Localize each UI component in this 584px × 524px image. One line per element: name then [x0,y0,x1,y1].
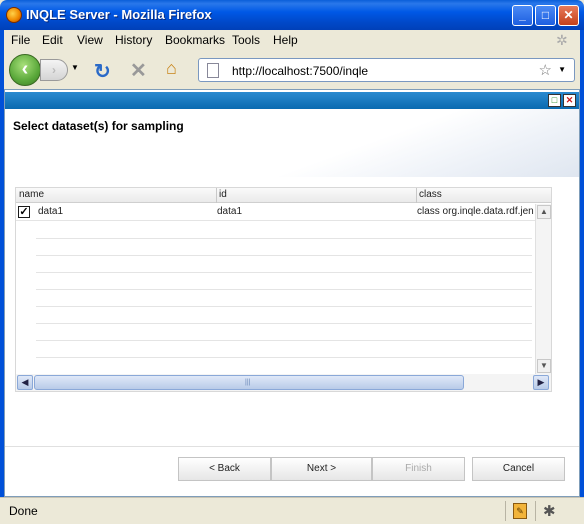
column-separator[interactable] [216,188,217,203]
url-dropdown-icon[interactable]: ▼ [558,65,566,74]
menu-bookmarks[interactable]: Bookmarks [165,33,225,47]
row-checkbox[interactable]: ✓ [18,206,30,218]
close-icon[interactable]: ✕ [558,5,579,26]
status-text: Done [9,504,38,518]
forward-button[interactable]: › [40,59,68,81]
table-header: name id class [16,188,551,203]
scroll-up-icon[interactable]: ▲ [537,205,551,219]
page-icon [207,63,219,78]
cell-name: data1 [38,206,64,217]
horizontal-scrollbar[interactable]: ◀ ||| ▶ [16,374,551,391]
column-header-name[interactable]: name [19,189,44,200]
scroll-down-icon[interactable]: ▼ [537,359,551,373]
table-row [36,239,532,256]
vertical-scrollbar[interactable]: ▲ ▼ [535,204,551,374]
status-separator [535,501,536,521]
column-header-class[interactable]: class [419,189,442,200]
firefox-logo-icon [6,7,22,23]
table-row [36,290,532,307]
scrollbar-grip-icon: ||| [245,379,251,386]
table-row [36,256,532,273]
notes-icon[interactable]: ✎ [513,503,527,519]
footer-divider [5,446,579,447]
menu-help[interactable]: Help [273,33,298,47]
table-row [36,273,532,290]
bug-icon[interactable]: ✱ [543,502,556,520]
table-row [36,341,532,358]
status-bar: Done ✎ ✱ [0,497,584,524]
table-row[interactable]: ✓ data1 data1 class org.inqle.data.rdf.j… [16,204,551,221]
back-wizard-button[interactable]: < Back [178,457,271,481]
status-separator [505,501,506,521]
minimize-icon[interactable]: _ [512,5,533,26]
scrollbar-thumb[interactable]: ||| [34,375,464,390]
menu-file[interactable]: File [11,33,30,47]
column-separator[interactable] [416,188,417,203]
reload-icon[interactable]: ↻ [94,59,111,84]
window-titlebar: INQLE Server - Mozilla Firefox _ □ ✕ [0,0,584,30]
navigation-toolbar: ‹ › ▼ ↻ ✕ ⌂ http://localhost:7500/inqle … [4,51,580,89]
url-bar[interactable]: http://localhost:7500/inqle ☆ ▼ [198,58,575,82]
back-button[interactable]: ‹ [9,54,41,86]
cell-class: class org.inqle.data.rdf.jena.E [417,206,534,217]
stop-icon[interactable]: ✕ [130,58,147,83]
maximize-icon[interactable]: □ [535,5,556,26]
window-frame-right [580,30,584,524]
menu-bar: File Edit View History Bookmarks Tools H… [4,30,580,51]
cell-id: data1 [217,206,243,217]
column-header-id[interactable]: id [219,189,227,200]
table-row [36,222,532,239]
maximize-icon[interactable]: □ [548,94,561,107]
table-row [36,307,532,324]
finish-button[interactable]: Finish [372,457,465,481]
panel-header-bar: □ ✕ [5,92,579,109]
wizard-heading-area: Select dataset(s) for sampling [5,109,579,177]
menu-tools[interactable]: Tools [232,33,260,47]
window-title: INQLE Server - Mozilla Firefox [26,7,212,22]
page-content: □ ✕ Select dataset(s) for sampling name … [4,89,580,497]
url-text[interactable]: http://localhost:7500/inqle [232,64,368,78]
cancel-button[interactable]: Cancel [472,457,565,481]
table-row [36,358,532,375]
bookmark-star-icon[interactable]: ☆ [539,61,552,79]
page-title: Select dataset(s) for sampling [13,119,184,133]
history-dropdown-icon[interactable]: ▼ [71,63,79,72]
throbber-icon: ✲ [556,32,568,48]
next-button[interactable]: Next > [271,457,372,481]
table-row [36,324,532,341]
menu-history[interactable]: History [115,33,152,47]
dataset-table: name id class ✓ data1 data1 class org.in… [15,187,552,392]
close-icon[interactable]: ✕ [563,94,576,107]
scroll-left-icon[interactable]: ◀ [17,375,33,390]
menu-view[interactable]: View [77,33,103,47]
menu-edit[interactable]: Edit [42,33,63,47]
home-icon[interactable]: ⌂ [166,58,177,79]
scroll-right-icon[interactable]: ▶ [533,375,549,390]
